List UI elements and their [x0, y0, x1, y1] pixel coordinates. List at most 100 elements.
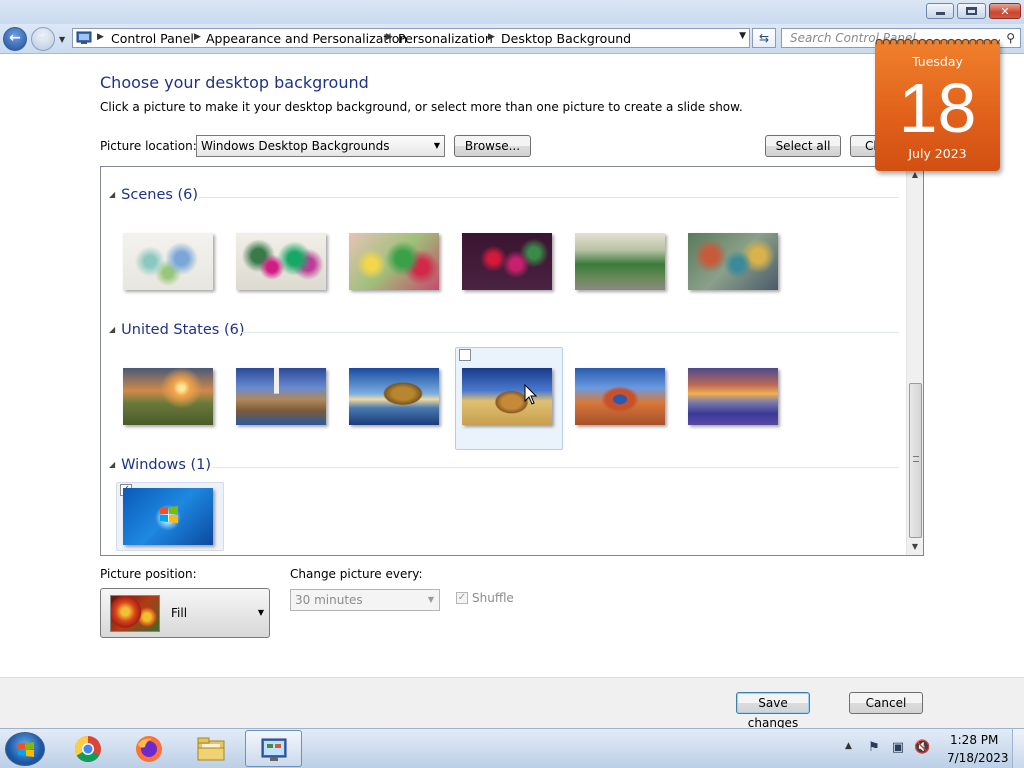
restore-button[interactable]	[957, 3, 986, 19]
forward-arrow-icon: →	[37, 30, 49, 46]
start-button[interactable]	[5, 732, 45, 766]
picture-position-value: Fill	[171, 606, 188, 620]
minimize-button[interactable]	[926, 3, 954, 19]
action-center-icon[interactable]: ⚑	[866, 740, 882, 756]
wallpaper-thumbnail[interactable]	[123, 488, 213, 545]
browse-button[interactable]: Browse...	[454, 135, 531, 157]
chevron-down-icon: ▼	[427, 595, 434, 604]
back-arrow-icon: ←	[9, 30, 21, 46]
wallpaper-thumbnail[interactable]	[462, 368, 552, 425]
breadcrumb-separator-icon[interactable]: ▶	[97, 32, 104, 42]
calendar-weekday: Tuesday	[912, 54, 963, 69]
group-divider	[241, 332, 899, 333]
wallpaper-thumbnail[interactable]	[349, 368, 439, 425]
wallpaper-thumbnail[interactable]	[575, 233, 665, 290]
thumbnail-checkbox[interactable]	[459, 349, 471, 361]
calendar-rings-icon: ᴒᴒᴒᴒᴒᴒᴒᴒᴒᴒᴒᴒᴒᴒᴒᴒᴒᴒᴒᴒ	[875, 34, 1000, 46]
wallpaper-thumbnail[interactable]	[575, 368, 665, 425]
breadcrumb-appearance[interactable]: Appearance and Personalization	[206, 31, 407, 46]
grip-icon	[913, 456, 919, 462]
breadcrumb-desktop-background[interactable]: Desktop Background	[501, 31, 631, 46]
calendar-day: 18	[898, 69, 977, 147]
wallpaper-thumbnail[interactable]	[236, 233, 326, 290]
collapse-triangle-icon: ◢	[109, 190, 116, 199]
windows-logo-icon	[18, 742, 34, 757]
picture-position-select[interactable]: Fill ▼	[100, 588, 270, 638]
position-preview-image	[110, 595, 160, 632]
breadcrumb-personalization[interactable]: Personalization	[398, 31, 493, 46]
forward-button[interactable]: →	[31, 27, 55, 51]
page-title: Choose your desktop background	[100, 73, 369, 92]
restore-icon	[958, 4, 985, 18]
breadcrumb-separator-icon[interactable]: ▶	[488, 32, 495, 42]
taskbar-file-explorer[interactable]	[183, 730, 240, 767]
cancel-button[interactable]: Cancel	[849, 692, 923, 714]
group-header-united-states[interactable]: ◢ United States (6)	[109, 322, 245, 338]
recent-pages-dropdown-icon[interactable]: ▼	[59, 35, 65, 44]
chevron-down-icon: ▼	[257, 608, 264, 617]
collapse-triangle-icon: ◢	[109, 460, 116, 469]
mouse-cursor-icon	[524, 384, 538, 405]
group-divider	[199, 197, 899, 198]
address-dropdown-icon[interactable]: ▼	[739, 31, 746, 41]
select-all-button[interactable]: Select all	[765, 135, 841, 157]
file-explorer-icon	[197, 737, 225, 761]
picture-location-select[interactable]: Windows Desktop Backgrounds ▼	[196, 135, 445, 157]
shuffle-label: Shuffle	[472, 591, 514, 605]
vertical-scrollbar[interactable]: ▲ ▼	[906, 167, 923, 555]
breadcrumb-separator-icon[interactable]: ▶	[386, 32, 393, 42]
show-desktop-button[interactable]	[1012, 729, 1024, 768]
chrome-icon	[74, 735, 101, 763]
volume-muted-icon[interactable]: 🔇	[914, 740, 930, 756]
wallpaper-thumbnail[interactable]	[462, 233, 552, 290]
page-subtitle: Click a picture to make it your desktop …	[100, 100, 743, 114]
taskbar-firefox[interactable]	[121, 730, 178, 767]
refresh-button[interactable]: ⇆	[752, 28, 776, 48]
wallpaper-gallery: ◢ Scenes (6) ◢ United States (6) ◢ Windows …	[100, 166, 924, 556]
network-icon[interactable]: ▣	[890, 740, 906, 756]
picture-location-value: Windows Desktop Backgrounds	[201, 139, 390, 153]
search-icon[interactable]: ⚲	[1006, 31, 1015, 45]
collapse-triangle-icon: ◢	[109, 325, 116, 334]
change-picture-label: Change picture every:	[290, 567, 423, 581]
close-icon: ✕	[1000, 4, 1010, 18]
refresh-icon: ⇆	[758, 31, 770, 45]
control-panel-icon	[261, 738, 287, 761]
firefox-icon	[136, 736, 162, 762]
windows-logo-icon	[160, 506, 178, 523]
calendar-gadget[interactable]: ᴒᴒᴒᴒᴒᴒᴒᴒᴒᴒᴒᴒᴒᴒᴒᴒᴒᴒᴒᴒ Tuesday 18 July 202…	[875, 34, 1000, 171]
save-changes-button[interactable]: Save changes	[736, 692, 810, 730]
group-header-scenes[interactable]: ◢ Scenes (6)	[109, 187, 198, 203]
clock-date[interactable]: 7/18/2023	[947, 751, 1009, 765]
wallpaper-thumbnail[interactable]	[688, 233, 778, 290]
scroll-down-icon[interactable]: ▼	[907, 539, 923, 555]
change-interval-select[interactable]: 30 minutes ▼	[290, 589, 440, 611]
group-header-windows[interactable]: ◢ Windows (1)	[109, 457, 211, 473]
wallpaper-thumbnail[interactable]	[688, 368, 778, 425]
control-panel-icon	[76, 31, 92, 44]
shuffle-checkbox[interactable]: ✓	[456, 592, 468, 604]
scrollbar-thumb[interactable]	[909, 383, 922, 538]
group-divider	[213, 467, 899, 468]
breadcrumb-separator-icon[interactable]: ▶	[194, 32, 201, 42]
back-button[interactable]: ←	[3, 27, 27, 51]
clock-time[interactable]: 1:28 PM	[950, 733, 998, 747]
taskbar-control-panel[interactable]	[245, 730, 302, 767]
breadcrumb-control-panel[interactable]: Control Panel	[111, 31, 194, 46]
group-title-windows: Windows (1)	[121, 457, 212, 473]
chevron-down-icon: ▼	[433, 141, 440, 150]
close-button[interactable]: ✕	[989, 3, 1021, 19]
wallpaper-thumbnail[interactable]	[349, 233, 439, 290]
group-title-scenes: Scenes (6)	[121, 187, 199, 203]
address-bar[interactable]: ▶ Control Panel ▶ Appearance and Persona…	[72, 28, 750, 48]
picture-position-label: Picture position:	[100, 567, 197, 581]
wallpaper-thumbnail[interactable]	[123, 233, 213, 290]
taskbar-chrome[interactable]	[60, 730, 117, 767]
wallpaper-thumbnail[interactable]	[123, 368, 213, 425]
wallpaper-thumbnail[interactable]	[236, 368, 326, 425]
picture-location-label: Picture location:	[100, 139, 197, 153]
calendar-month-year: July 2023	[908, 146, 967, 161]
show-hidden-icons-icon[interactable]: ▲	[845, 741, 852, 751]
title-bar: ✕	[0, 0, 1024, 24]
change-interval-value: 30 minutes	[295, 593, 363, 607]
